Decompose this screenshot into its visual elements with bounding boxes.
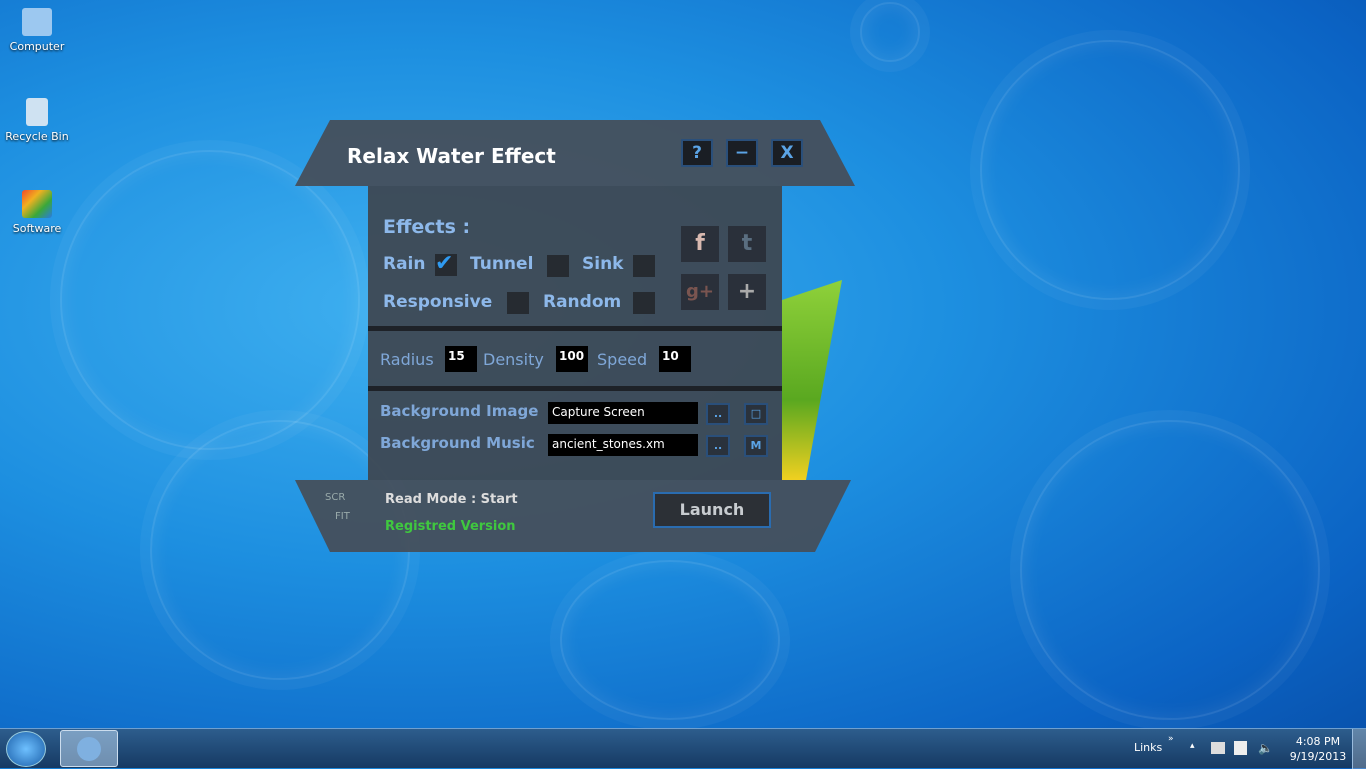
registration-status: Registred Version (385, 519, 516, 534)
clock-date: 9/19/2013 (1289, 750, 1347, 763)
rain-label: Rain (383, 254, 426, 274)
links-toolbar[interactable]: Links (1134, 741, 1162, 754)
divider (368, 326, 782, 331)
radius-input[interactable]: 15 (445, 346, 477, 372)
help-button[interactable]: ? (681, 139, 713, 167)
google-plus-icon: g+ (686, 281, 714, 302)
more-button[interactable]: + (728, 274, 766, 310)
show-desktop-button[interactable] (1352, 729, 1366, 769)
clock[interactable]: 4:08 PM 9/19/2013 (1288, 734, 1348, 764)
effects-heading: Effects : (383, 216, 471, 238)
desktop-icon-label: Computer (9, 40, 65, 53)
capture-screen-button[interactable]: □ (744, 403, 768, 425)
density-input[interactable]: 100 (556, 346, 588, 372)
links-expand-icon[interactable]: » (1168, 734, 1174, 744)
network-icon[interactable] (1211, 742, 1225, 754)
start-button[interactable] (6, 731, 46, 767)
desktop-icon-computer[interactable]: Computer (2, 8, 72, 53)
software-icon (22, 190, 52, 218)
desktop-icon-software[interactable]: Software (2, 190, 72, 235)
twitter-icon: t (741, 231, 753, 256)
background-music-field[interactable]: ancient_stones.xm (548, 434, 698, 456)
background-image-label: Background Image (380, 402, 539, 420)
facebook-button[interactable]: f (681, 226, 719, 262)
density-label: Density (483, 350, 544, 369)
background-music-label: Background Music (380, 434, 535, 452)
clock-time: 4:08 PM (1295, 735, 1341, 748)
speed-input[interactable]: 10 (659, 346, 691, 372)
speed-label: Speed (597, 350, 648, 369)
desktop-icon-recycle-bin[interactable]: Recycle Bin (2, 98, 72, 143)
launch-button[interactable]: Launch (653, 492, 771, 528)
music-toggle-button[interactable]: M (744, 435, 768, 457)
radius-label: Radius (380, 350, 434, 369)
facebook-icon: f (695, 231, 705, 256)
tunnel-label: Tunnel (470, 254, 534, 274)
google-plus-button[interactable]: g+ (681, 274, 719, 310)
plus-icon: + (737, 279, 757, 304)
tunnel-checkbox[interactable] (547, 255, 569, 277)
taskbar-app-relax-water[interactable] (60, 730, 118, 767)
sink-checkbox[interactable] (633, 255, 655, 277)
app-icon (77, 737, 101, 761)
app-window: Relax Water Effect ? − X Effects : Rain … (295, 120, 855, 552)
desktop-icon-label: Software (12, 222, 62, 235)
computer-icon (22, 8, 52, 36)
browse-music-button[interactable]: .. (706, 435, 730, 457)
fit-button[interactable]: FIT (335, 511, 350, 522)
recycle-bin-icon (26, 98, 48, 126)
window-title: Relax Water Effect (347, 144, 556, 168)
taskbar: Links » ▴ 🔈 4:08 PM 9/19/2013 (0, 728, 1366, 769)
minimize-button[interactable]: − (726, 139, 758, 167)
random-label: Random (543, 292, 622, 312)
volume-icon[interactable]: 🔈 (1258, 741, 1273, 755)
checkmark-icon: ✔ (435, 251, 454, 276)
divider (368, 386, 782, 391)
sink-label: Sink (582, 254, 624, 274)
desktop-icon-label: Recycle Bin (5, 130, 69, 143)
twitter-button[interactable]: t (728, 226, 766, 262)
responsive-checkbox[interactable] (507, 292, 529, 314)
responsive-label: Responsive (383, 292, 493, 312)
scr-button[interactable]: SCR (325, 492, 345, 503)
rain-checkbox[interactable]: ✔ (435, 251, 457, 276)
close-button[interactable]: X (771, 139, 803, 167)
background-image-field[interactable]: Capture Screen (548, 402, 698, 424)
action-center-icon[interactable] (1234, 741, 1247, 755)
random-checkbox[interactable] (633, 292, 655, 314)
browse-image-button[interactable]: .. (706, 403, 730, 425)
read-mode-status: Read Mode : Start (385, 492, 518, 507)
show-hidden-icons[interactable]: ▴ (1190, 741, 1195, 751)
